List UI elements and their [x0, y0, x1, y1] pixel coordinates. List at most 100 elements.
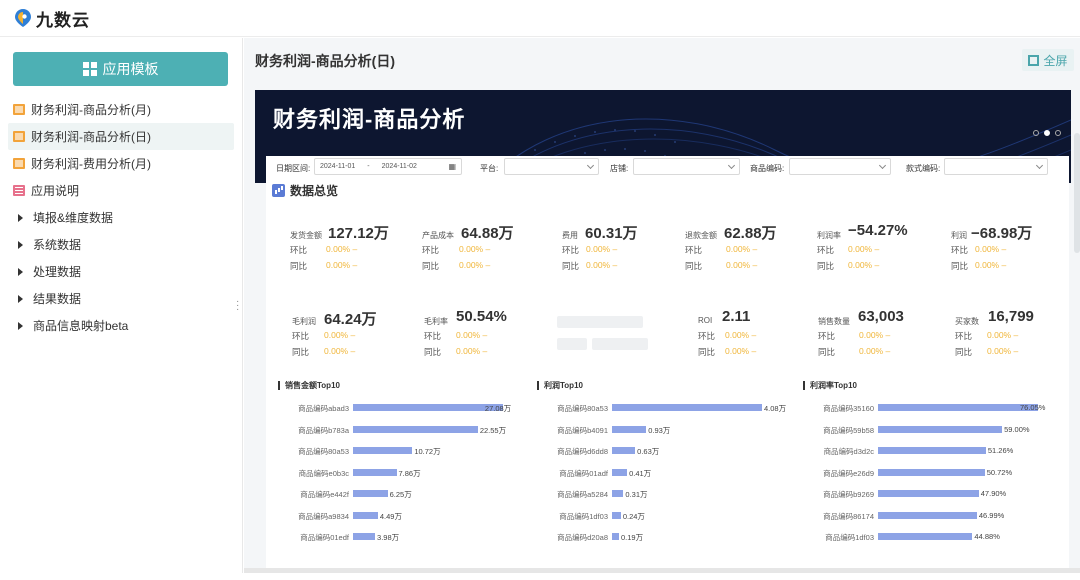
app-template-button[interactable]: 应用模板: [13, 52, 228, 86]
kpi-roi: ROI 2.11 环比 0.00% – 同比 0.00% –: [698, 308, 828, 368]
carousel-dot-active[interactable]: [1044, 130, 1050, 136]
kpi-label: 利润率: [817, 231, 841, 240]
bar[interactable]: [612, 447, 636, 454]
kpi-profit: 利润 −68.98万 环比 0.00% – 同比 0.00% –: [951, 222, 1080, 282]
bar-row: 商品编码b783a 22.55万: [278, 423, 543, 435]
shop-label: 店铺:: [610, 164, 629, 173]
date-range-picker[interactable]: 2024-11-01 - 2024-11-02 ▦: [314, 158, 462, 175]
page-title: 财务利润-商品分析(日): [255, 53, 395, 69]
bar[interactable]: [612, 425, 647, 433]
sales-top10-chart: 销售金额Top10 商品编码abad3 27.08万 商品编码b783a 22.55万…: [278, 380, 543, 580]
bar[interactable]: [612, 511, 621, 519]
sidebar-item-label: 填报&维度数据: [33, 211, 114, 225]
carousel-dot[interactable]: [1033, 130, 1039, 136]
kpi-yoy-value: 0.00% –: [859, 346, 891, 356]
sidebar-item-app-doc[interactable]: 应用说明: [8, 177, 234, 204]
bar-row: 商品编码b4091 0.93万: [537, 423, 802, 435]
kpi-yoy-label: 同比: [685, 261, 703, 271]
bar-row: 商品编码1df03 0.24万: [537, 509, 802, 521]
carousel-dot[interactable]: [1055, 130, 1061, 136]
kpi-value: 16,799: [988, 308, 1034, 325]
bar-value-label: 0.31万: [625, 490, 648, 499]
bar-row: 商品编码d3d2c 51.26%: [803, 444, 1068, 456]
loading-placeholder: [557, 316, 643, 328]
kpi-gross-profit: 毛利润 64.24万 环比 0.00% – 同比 0.00% –: [292, 308, 422, 368]
overview-title: 数据总览: [290, 184, 339, 198]
platform-label: 平台:: [480, 164, 499, 173]
bar[interactable]: [878, 404, 1038, 411]
kpi-mom-label: 环比: [424, 331, 442, 341]
kpi-mom-label: 环比: [955, 331, 973, 341]
kpi-mom-value: 0.00% –: [459, 244, 491, 254]
kpi-mom-value: 0.00% –: [324, 330, 356, 340]
sidebar-item-expense-month[interactable]: 财务利润-费用分析(月): [8, 150, 234, 177]
bar[interactable]: [878, 425, 1003, 433]
chart-title: 利润Top10: [537, 380, 583, 391]
kpi-yoy-value: 0.00% –: [975, 260, 1007, 270]
bar-value-label: 0.63万: [637, 447, 660, 456]
bar[interactable]: [878, 468, 985, 476]
bar-row: 商品编码01edf 3.98万: [278, 530, 543, 542]
bar[interactable]: [353, 511, 378, 519]
kpi-label: 退款金额: [685, 231, 717, 240]
bar[interactable]: [878, 447, 986, 454]
shop-select[interactable]: [633, 158, 740, 175]
chart-title-text: 利润率Top10: [810, 381, 857, 390]
bar-category-label: 商品编码80a53: [298, 447, 349, 456]
bar-value-label: 59.00%: [1004, 424, 1030, 434]
sidebar-item-product-day[interactable]: 财务利润-商品分析(日): [8, 123, 234, 150]
bar[interactable]: [353, 533, 376, 540]
sidebar-folder-product-mapping[interactable]: 商品信息映射beta: [8, 312, 234, 339]
caret-right-icon: [18, 267, 23, 276]
bar[interactable]: [612, 490, 624, 497]
sidebar-folder-fill-dimension[interactable]: 填报&维度数据: [8, 204, 234, 231]
bar[interactable]: [612, 468, 628, 476]
kpi-value: 62.88万: [724, 225, 777, 242]
bar[interactable]: [612, 533, 619, 540]
vertical-scrollbar[interactable]: [1074, 133, 1080, 253]
chart-title: 利润率Top10: [803, 380, 857, 391]
bar-category-label: 商品编码b4091: [557, 425, 608, 435]
bar[interactable]: [353, 404, 503, 411]
product-code-select[interactable]: [789, 158, 891, 175]
bar[interactable]: [878, 511, 977, 519]
doc-icon: [13, 185, 25, 196]
sidebar-item-label: 商品信息映射beta: [33, 319, 129, 333]
sidebar-resize-handle-icon[interactable]: · · ·: [236, 297, 240, 315]
kpi-value: 63,003: [858, 308, 904, 325]
kpi-yoy: 同比 0.00% –: [292, 346, 355, 358]
chart-title-text: 利润Top10: [544, 381, 583, 390]
bar[interactable]: [612, 404, 762, 411]
bar-row: 商品编码1df03 44.88%: [803, 530, 1068, 542]
bar-row: 商品编码a9834 4.49万: [278, 509, 543, 521]
kpi-mom: 环比 0.00% –: [292, 330, 355, 342]
kpi-label: 销售数量: [818, 317, 850, 326]
banner-title: 财务利润-商品分析: [273, 107, 466, 132]
bar[interactable]: [353, 447, 413, 454]
sidebar-folder-processed-data[interactable]: 处理数据: [8, 258, 234, 285]
sidebar-item-product-month[interactable]: 财务利润-商品分析(月): [8, 96, 234, 123]
fullscreen-button[interactable]: 全屏: [1022, 49, 1074, 71]
kpi-yoy-label: 同比: [292, 347, 310, 357]
kpi-label: 产品成本: [422, 231, 454, 240]
bar-value-label: 44.88%: [974, 532, 1000, 541]
bar[interactable]: [878, 533, 973, 540]
bar-category-label: 商品编码abad3: [298, 404, 349, 413]
bar[interactable]: [878, 490, 979, 497]
platform-select[interactable]: [504, 158, 599, 175]
bar-category-label: 商品编码1df03: [559, 511, 608, 521]
style-code-select[interactable]: [944, 158, 1048, 175]
carousel-dots: [1033, 130, 1061, 136]
fullscreen-label: 全屏: [1043, 53, 1068, 68]
bar-value-label: 0.41万: [629, 468, 652, 478]
bar[interactable]: [353, 468, 397, 476]
sidebar-folder-system-data[interactable]: 系统数据: [8, 231, 234, 258]
sidebar-folder-result-data[interactable]: 结果数据: [8, 285, 234, 312]
caret-right-icon: [18, 294, 23, 303]
kpi-label: 买家数: [955, 317, 979, 326]
horizontal-scrollbar[interactable]: [244, 568, 1080, 573]
bar[interactable]: [353, 490, 388, 497]
date-start: 2024-11-01: [320, 163, 356, 170]
kpi-expense: 费用 60.31万 环比 0.00% – 同比 0.00% –: [562, 222, 692, 282]
bar[interactable]: [353, 425, 478, 433]
